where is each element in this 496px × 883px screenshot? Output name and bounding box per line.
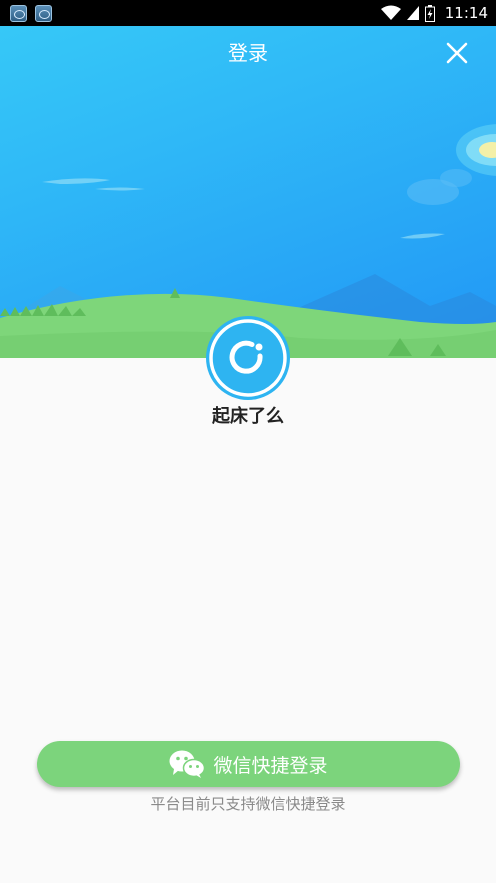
wifi-icon [380,5,401,20]
ring-logo-icon [209,319,287,397]
status-time: 11:14 [444,4,488,22]
close-button[interactable] [440,36,474,70]
app-name: 起床了么 [212,406,284,427]
close-icon [446,42,468,64]
wechat-login-button[interactable]: 微信快捷登录 [37,741,460,787]
app-notification-icon [35,4,52,22]
status-bar: 11:14 [0,0,496,26]
status-indicators: 11:14 [380,0,488,26]
app-logo [206,316,290,400]
app-notification-icon [10,4,27,22]
signal-icon [406,6,419,20]
battery-charging-icon [424,4,435,22]
login-hint: 平台目前只支持微信快捷登录 [150,795,346,813]
wechat-login-label: 微信快捷登录 [213,754,328,777]
wechat-icon [169,750,206,778]
page-title: 登录 [228,41,268,65]
